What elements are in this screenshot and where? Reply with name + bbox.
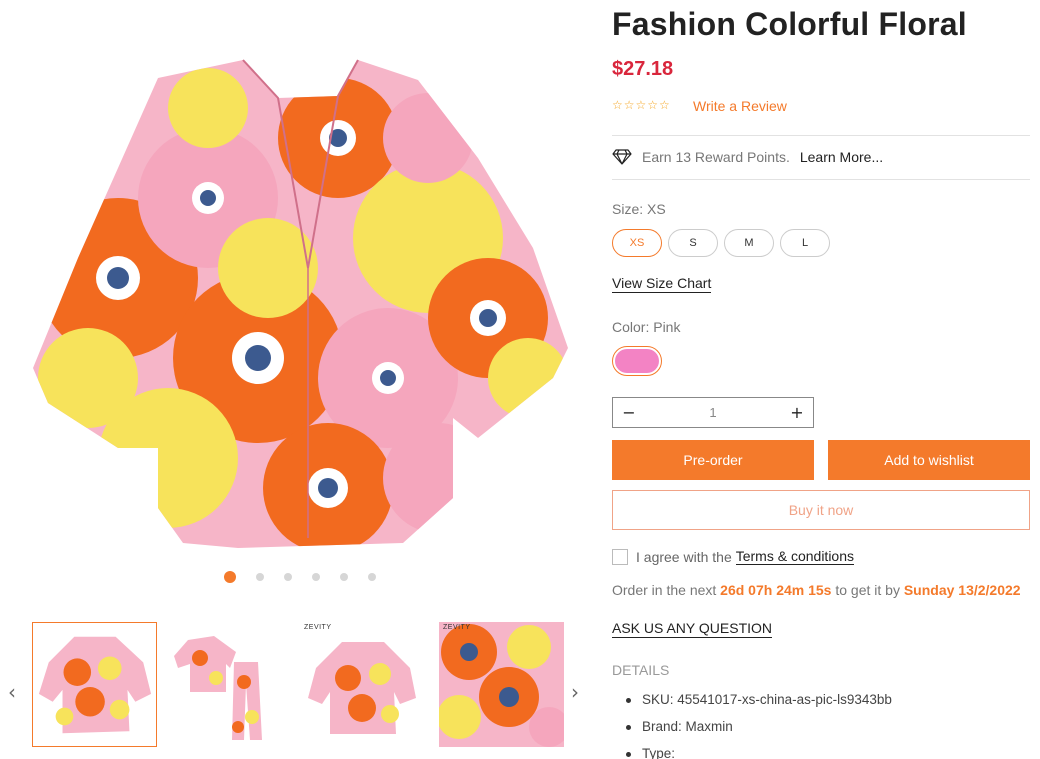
quantity-stepper: − + [612,397,814,428]
buy-it-now-button[interactable]: Buy it now [612,490,1030,530]
main-product-image[interactable] [8,18,598,578]
details-heading: DETAILS [612,662,670,678]
delivery-date: Sunday 13/2/2022 [903,582,1021,598]
fabric-closeup-thumbnail [439,622,564,747]
details-list: SKU: 45541017-xs-china-as-pic-ls9343bb B… [626,692,892,759]
floral-set-thumbnail [174,636,262,740]
pagination-dot[interactable] [312,573,320,581]
terms-checkbox[interactable] [612,548,628,565]
thumbnail-brand-logo: ZEVITY [443,624,471,631]
countdown-timer: 26d 07h 24m 15s [720,582,832,598]
size-option-s[interactable]: S [668,229,718,257]
size-option-l[interactable]: L [780,229,830,257]
pre-order-button[interactable]: Pre-order [612,440,814,480]
product-title: Fashion Colorful Floral [612,6,967,42]
chevron-right-icon[interactable]: › [571,680,579,704]
minus-icon[interactable]: − [621,403,637,422]
chevron-left-icon[interactable]: ‹ [8,680,16,704]
pagination-dot[interactable] [224,571,236,583]
size-label: Size: XS [612,201,666,217]
quantity-input[interactable] [653,405,773,420]
delivery-estimate: Order in the next 26d 07h 24m 15s to get… [612,582,1021,598]
order-prefix: Order in the next [612,582,717,598]
ask-question-link[interactable]: ASK US ANY QUESTION [612,620,773,638]
divider [612,179,1030,180]
reward-points: Earn 13 Reward Points. Learn More... [612,149,883,165]
divider [612,135,1030,136]
pagination-dot[interactable] [340,573,348,581]
details-item-sku: SKU: 45541017-xs-china-as-pic-ls9343bb [626,692,892,719]
terms-prefix: I agree with the [636,548,732,565]
view-size-chart-link[interactable]: View Size Chart [612,275,712,293]
pagination-dot[interactable] [368,573,376,581]
details-item-brand: Brand: Maxmin [626,719,892,746]
diamond-icon [612,149,632,165]
rating-stars-icon: ☆☆☆☆☆ [612,98,671,112]
thumbnail-brand-logo: ZEVITY [304,624,332,631]
color-swatch-pink[interactable] [612,346,662,376]
floral-shirt-image [33,59,568,548]
terms-agreement: I agree with the Terms & conditions [612,548,855,565]
color-label: Color: Pink [612,319,681,335]
thumbnail-4[interactable]: ZEVITY [439,622,564,747]
floral-shirt-thumbnail [38,636,152,734]
order-middle: to get it by [835,582,900,598]
pagination-dot[interactable] [256,573,264,581]
plus-icon[interactable]: + [789,403,805,422]
terms-conditions-link[interactable]: Terms & conditions [735,548,855,565]
image-pagination-dots [0,570,600,584]
pagination-dot[interactable] [284,573,292,581]
reward-points-text: Earn 13 Reward Points. [642,149,790,165]
learn-more-link[interactable]: Learn More... [800,149,883,165]
thumbnail-2[interactable] [166,622,291,747]
floral-shirt-thumbnail [308,642,416,734]
details-item-type: Type: [626,746,892,759]
product-price: $27.18 [612,58,674,80]
size-option-xs[interactable]: XS [612,229,662,257]
size-option-m[interactable]: M [724,229,774,257]
add-to-wishlist-button[interactable]: Add to wishlist [828,440,1030,480]
thumbnail-1[interactable] [32,622,157,747]
thumbnail-strip: ‹ ZEVITY ZEVITY › [0,620,600,750]
thumbnail-3[interactable]: ZEVITY [300,622,425,747]
size-selector: XS S M L [612,229,830,257]
write-review-link[interactable]: Write a Review [693,98,787,114]
swatch-fill [615,349,659,373]
